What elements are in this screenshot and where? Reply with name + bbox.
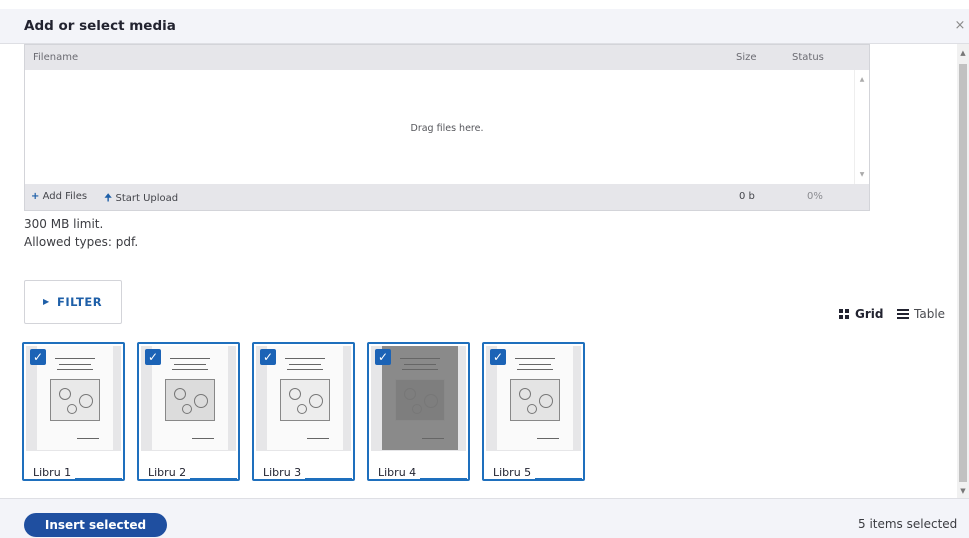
label-underline [535,478,582,479]
arrow-up-icon: 🠉 [104,193,113,204]
allowed-types-text: Allowed types: pdf. [24,235,139,249]
media-item[interactable]: ✓ Libru 1 [22,342,125,481]
total-status: 0% [807,191,823,202]
media-item-label: Libru 2 [148,466,187,479]
view-table-toggle[interactable]: Table [897,307,945,321]
label-underline [190,478,237,479]
list-scroll-down-icon[interactable]: ▼ [855,171,869,178]
media-item[interactable]: ✓ Libru 3 [252,342,355,481]
dialog-footer: Insert selected 5 items selected [0,498,969,538]
scroll-up-arrow-icon[interactable]: ▲ [957,48,969,58]
file-drop-zone[interactable]: Drag files here. ▲ ▼ [25,70,869,184]
selected-checkbox[interactable]: ✓ [490,349,506,365]
selected-checkbox[interactable]: ✓ [30,349,46,365]
media-item-label: Libru 4 [378,466,417,479]
media-item[interactable]: ✓ Libru 5 [482,342,585,481]
dialog-title: Add or select media [24,18,176,34]
size-limit-text: 300 MB limit. [24,217,104,231]
triangle-right-icon: ▶ [43,297,50,306]
drop-instructions: Drag files here. [410,123,484,134]
start-upload-label: Start Upload [115,193,179,204]
label-underline [305,478,352,479]
insert-selected-button[interactable]: Insert selected [24,513,167,537]
pdf-cover-image [37,346,113,450]
grid-icon [839,309,850,319]
media-item-label: Libru 3 [263,466,302,479]
media-item-label: Libru 1 [33,466,72,479]
selected-checkbox[interactable]: ✓ [145,349,161,365]
file-uploader: Filename Size Status Drag files here. ▲ … [24,44,870,211]
file-list-scrollbar[interactable]: ▲ ▼ [854,70,869,184]
pdf-cover-image [267,346,343,450]
media-item[interactable]: ✓ Libru 2 [137,342,240,481]
total-size: 0 b [739,191,755,202]
pdf-cover-image [497,346,573,450]
list-icon [897,308,909,319]
filter-button[interactable]: ▶ FILTER [24,280,122,324]
view-grid-label: Grid [855,307,884,321]
dialog-title-bar: Add or select media × [0,9,969,44]
view-table-label: Table [914,307,946,321]
column-size: Size [736,52,757,63]
scrollbar-thumb[interactable] [959,64,967,482]
start-upload-button[interactable]: 🠉 Start Upload [104,191,178,208]
add-files-button[interactable]: + Add Files [31,191,87,202]
add-files-label: Add Files [42,191,88,202]
close-icon[interactable]: × [953,19,967,33]
uploader-footer: + Add Files 🠉 Start Upload 0 b 0% [25,184,869,210]
media-item-label: Libru 5 [493,466,532,479]
dialog-scrollbar[interactable]: ▲ ▼ [957,44,969,498]
selected-checkbox[interactable]: ✓ [260,349,276,365]
plus-icon: + [31,191,40,202]
media-item[interactable]: ✓ Libru 4 [367,342,470,481]
view-grid-toggle[interactable]: Grid [839,307,883,321]
uploader-header: Filename Size Status [25,45,869,70]
pdf-cover-image [382,346,458,450]
column-filename: Filename [33,52,79,63]
scroll-down-arrow-icon[interactable]: ▼ [957,486,969,496]
filter-label: FILTER [57,295,103,309]
label-underline [75,478,122,479]
selected-checkbox[interactable]: ✓ [375,349,391,365]
selected-count: 5 items selected [858,517,958,531]
pdf-cover-image [152,346,228,450]
label-underline [420,478,467,479]
column-status: Status [792,52,824,63]
list-scroll-up-icon[interactable]: ▲ [855,76,869,83]
